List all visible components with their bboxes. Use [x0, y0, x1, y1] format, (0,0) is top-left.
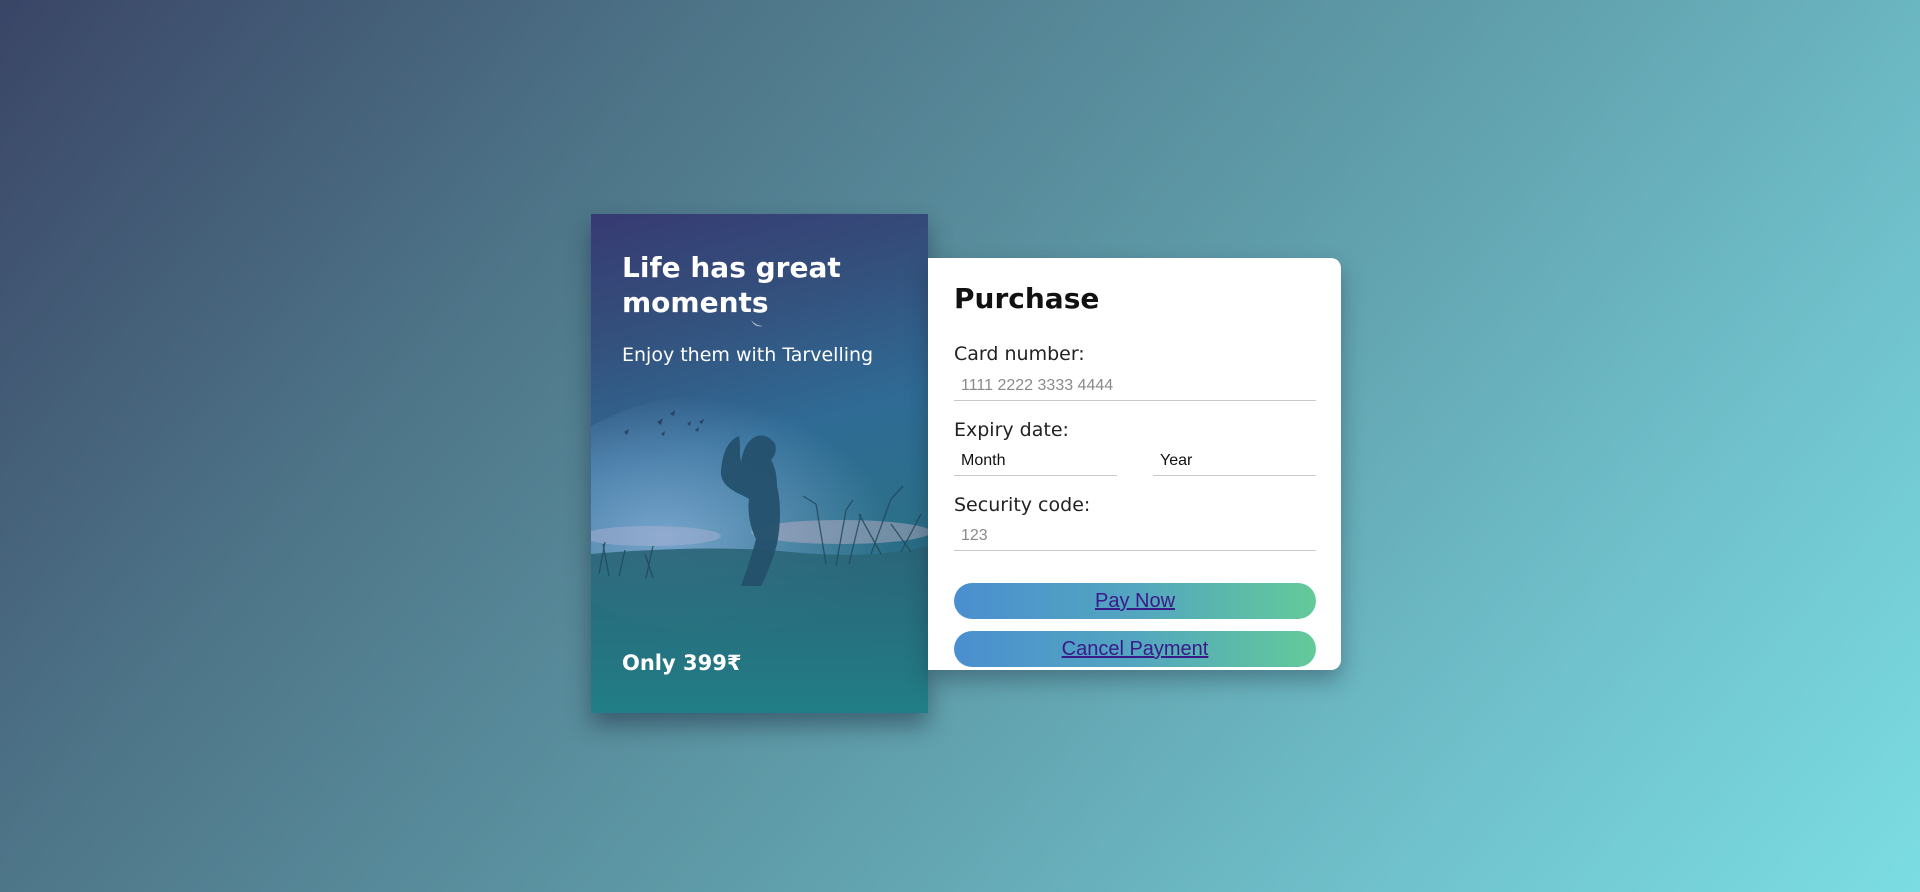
- expiry-year-value: Year: [1160, 452, 1193, 469]
- expiry-date-label: Expiry date:: [954, 419, 1069, 441]
- purchase-title: Purchase: [954, 282, 1100, 315]
- cancel-payment-button[interactable]: Cancel Payment: [954, 631, 1316, 667]
- expiry-month-select[interactable]: Month: [954, 446, 1117, 476]
- promo-price: Only 399₹: [622, 651, 742, 675]
- card-number-input[interactable]: [954, 371, 1316, 401]
- security-code-label: Security code:: [954, 494, 1091, 516]
- card-number-label: Card number:: [954, 343, 1085, 365]
- security-code-input[interactable]: [954, 521, 1316, 551]
- promo-card: Life has great moments Enjoy them with T…: [591, 214, 928, 713]
- promo-title: Life has great moments: [622, 251, 841, 319]
- promo-subtitle: Enjoy them with Tarvelling: [622, 344, 874, 366]
- pay-now-button[interactable]: Pay Now: [954, 583, 1316, 619]
- purchase-form: Purchase Card number: Expiry date: Month…: [928, 258, 1341, 670]
- expiry-year-select[interactable]: Year: [1153, 446, 1316, 476]
- expiry-month-value: Month: [961, 452, 1006, 469]
